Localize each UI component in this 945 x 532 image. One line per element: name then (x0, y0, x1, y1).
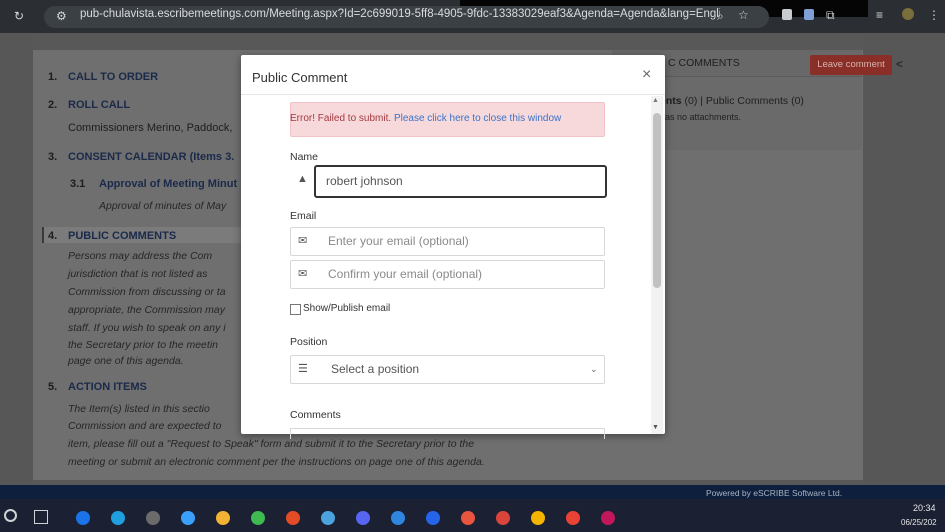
taskbar-app-icon[interactable] (496, 511, 510, 525)
reload-icon[interactable]: ↻ (14, 9, 24, 23)
comments-count[interactable]: ents (0) | Public Comments (0) (660, 95, 804, 107)
public-comments-text: appropriate, the Commission may (68, 304, 225, 316)
agenda-num: 3. (48, 151, 58, 163)
url-text[interactable]: pub-chulavista.escribemeetings.com/Meeti… (80, 8, 720, 20)
taskbar-app-icon[interactable] (181, 511, 195, 525)
modal-title: Public Comment (252, 70, 348, 85)
agenda-num: 2. (48, 99, 58, 111)
agenda-item-public-comments[interactable]: PUBLIC COMMENTS (68, 230, 176, 242)
close-icon[interactable]: × (642, 66, 651, 84)
share-icon[interactable]: < (896, 57, 903, 71)
public-comments-text: jurisdiction that is not listed as (68, 268, 208, 280)
agenda-item-consent-calendar[interactable]: CONSENT CALENDAR (Items 3. (68, 151, 234, 163)
modal-divider (241, 94, 665, 95)
taskbar-app-icon[interactable] (531, 511, 545, 525)
taskbar-app-icon[interactable] (391, 511, 405, 525)
email-placeholder[interactable]: Enter your email (optional) (328, 234, 469, 248)
page-margin-left (0, 33, 33, 485)
name-label: Name (290, 151, 319, 163)
clock-date[interactable]: 06/25/202 (901, 518, 937, 527)
agenda-item-roll-call[interactable]: ROLL CALL (68, 99, 130, 111)
zoom-icon[interactable]: ⌕ (717, 9, 724, 23)
reading-list-icon[interactable]: ≡ (876, 8, 883, 22)
chevron-down-icon[interactable]: ⌄ (590, 364, 598, 375)
taskbar-app-icon[interactable] (321, 511, 335, 525)
public-comments-text: Persons may address the Com (68, 250, 213, 262)
position-label: Position (290, 336, 328, 348)
scroll-down-icon[interactable]: ▼ (652, 424, 659, 431)
page-margin-right (863, 33, 945, 485)
taskbar-app-icon[interactable] (461, 511, 475, 525)
taskbar-app-icon[interactable] (356, 511, 370, 525)
powered-by: Powered by eSCRIBE Software Ltd. (706, 488, 843, 498)
attachments-note: has no attachments. (660, 112, 742, 122)
agenda-num: 5. (48, 381, 58, 393)
public-comments-text: staff. If you wish to speak on any i (68, 322, 226, 334)
agenda-num: 1. (48, 71, 58, 83)
action-items-text: The Item(s) listed in this sectio (68, 403, 210, 415)
public-comments-text: Commission from discussing or ta (68, 286, 226, 298)
taskbar-app-icon[interactable] (76, 511, 90, 525)
extension-icon[interactable] (782, 9, 792, 20)
email-label: Email (290, 210, 317, 222)
modal-scrollbar-thumb[interactable] (653, 113, 661, 288)
agenda-num: 4. (48, 230, 58, 242)
task-view-icon[interactable] (34, 510, 48, 524)
taskbar-app-icon[interactable] (251, 511, 265, 525)
taskbar-app-icon[interactable] (146, 511, 160, 525)
clock-time[interactable]: 20:34 (913, 503, 936, 513)
action-items-text: item, please fill out a "Request to Spea… (68, 438, 475, 450)
taskbar-app-icon[interactable] (286, 511, 300, 525)
comments-textarea[interactable] (290, 428, 605, 439)
show-publish-label[interactable]: Show/Publish email (303, 303, 390, 314)
extension-icon[interactable] (804, 9, 814, 20)
show-publish-checkbox[interactable] (290, 304, 301, 315)
puzzle-icon[interactable]: ⧉ (826, 8, 835, 22)
taskbar-app-icon[interactable] (111, 511, 125, 525)
action-items-text: meeting or submit an electronic comment … (68, 456, 485, 468)
comments-panel-title: C COMMENTS (668, 57, 740, 69)
agenda-item-action-items[interactable]: ACTION ITEMS (68, 381, 147, 393)
action-items-text: Commission and are expected to (68, 420, 222, 432)
taskbar-app-icon[interactable] (426, 511, 440, 525)
close-window-link[interactable]: Please click here to close this window (394, 113, 561, 124)
agenda-roll-call-text: Commissioners Merino, Paddock, (68, 122, 233, 134)
profile-icon[interactable] (902, 8, 914, 20)
star-icon[interactable]: ☆ (738, 8, 749, 22)
agenda-item-call-to-order[interactable]: CALL TO ORDER (68, 71, 158, 83)
public-comments-text: page one of this agenda. (68, 355, 184, 367)
name-input-value[interactable]: robert johnson (326, 174, 403, 188)
error-message: Error! Failed to submit. Please click he… (290, 113, 561, 124)
error-text: Error! Failed to submit. (290, 113, 392, 124)
envelope-icon: ✉ (298, 268, 308, 280)
agenda-item-approval-minutes[interactable]: Approval of Meeting Minut (99, 178, 237, 190)
agenda-num: 3.1 (70, 178, 86, 190)
comments-count-rest: (0) | Public Comments (0) (681, 95, 804, 107)
search-icon[interactable] (4, 509, 17, 522)
list-icon: ☰ (298, 363, 308, 375)
leave-comment-button[interactable]: Leave comment (810, 55, 892, 75)
user-icon: ▲ (297, 173, 308, 185)
taskbar-app-icon[interactable] (601, 511, 615, 525)
taskbar-app-icon[interactable] (216, 511, 230, 525)
comments-label: Comments (290, 409, 341, 421)
scroll-up-icon[interactable]: ▲ (652, 97, 659, 104)
position-select-value[interactable]: Select a position (331, 362, 419, 376)
menu-icon[interactable]: ⋮ (928, 8, 940, 22)
agenda-approval-text: Approval of minutes of May (99, 200, 227, 212)
envelope-icon: ✉ (298, 235, 308, 247)
site-settings-icon[interactable]: ⚙ (56, 9, 67, 23)
taskbar-app-icon[interactable] (566, 511, 580, 525)
confirm-email-placeholder[interactable]: Confirm your email (optional) (328, 267, 482, 281)
public-comments-text: the Secretary prior to the meetin (68, 339, 218, 351)
